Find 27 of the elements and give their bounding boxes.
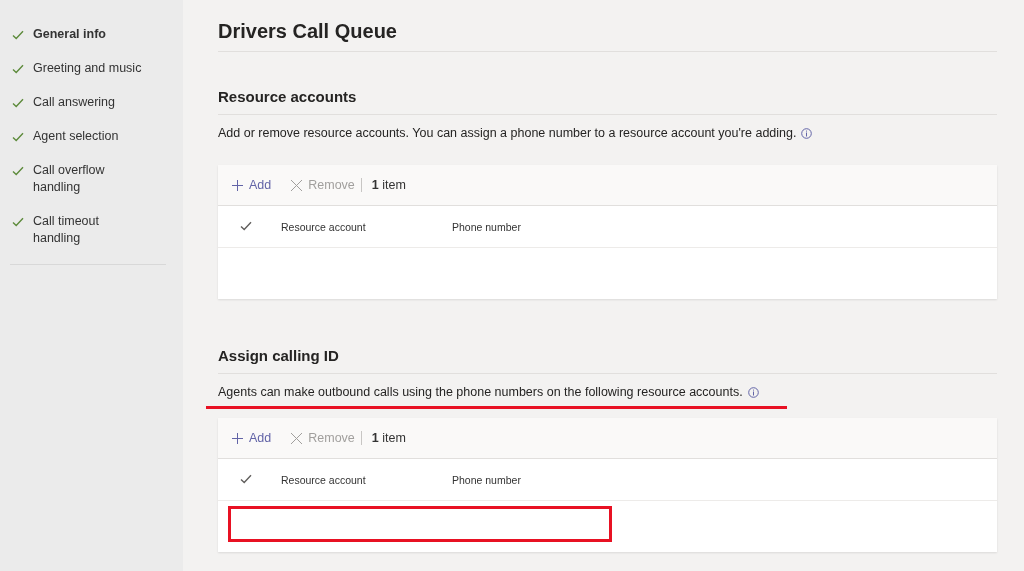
item-count: 1 item bbox=[371, 431, 406, 445]
section-heading: Resource accounts bbox=[218, 88, 997, 115]
column-header[interactable]: Phone number bbox=[452, 220, 521, 233]
plus-icon bbox=[232, 432, 243, 444]
close-icon bbox=[291, 432, 303, 444]
section-heading: Assign calling ID bbox=[218, 347, 997, 374]
column-header[interactable]: Resource account bbox=[281, 473, 452, 486]
nav-item[interactable]: Call overflow handling bbox=[33, 162, 143, 196]
add-button[interactable]: Add bbox=[232, 178, 272, 192]
close-icon bbox=[291, 179, 303, 191]
section-description: Agents can make outbound calls using the phone numbers on the following resource accounts. bbox=[218, 385, 743, 399]
column-header[interactable]: Phone number bbox=[452, 473, 521, 486]
info-icon[interactable] bbox=[801, 127, 813, 139]
add-button[interactable]: Add bbox=[232, 431, 272, 445]
nav-item[interactable]: Greeting and music bbox=[33, 60, 143, 77]
plus-icon bbox=[232, 179, 243, 191]
nav-item[interactable]: General info bbox=[33, 26, 143, 43]
info-icon[interactable] bbox=[747, 386, 759, 398]
select-all-check-icon bbox=[240, 220, 252, 231]
item-count: 1 item bbox=[371, 178, 406, 192]
nav-item[interactable]: Call timeout handling bbox=[33, 213, 143, 247]
nav-item[interactable]: Agent selection bbox=[33, 128, 143, 145]
nav-item[interactable]: Call answering bbox=[33, 94, 143, 111]
section-description: Add or remove resource accounts. You can assign a phone number to a resource account you're adding. bbox=[218, 126, 797, 140]
select-all-check-icon bbox=[240, 473, 252, 484]
column-header[interactable]: Resource account bbox=[281, 220, 452, 233]
page-title: Drivers Call Queue bbox=[218, 20, 997, 52]
